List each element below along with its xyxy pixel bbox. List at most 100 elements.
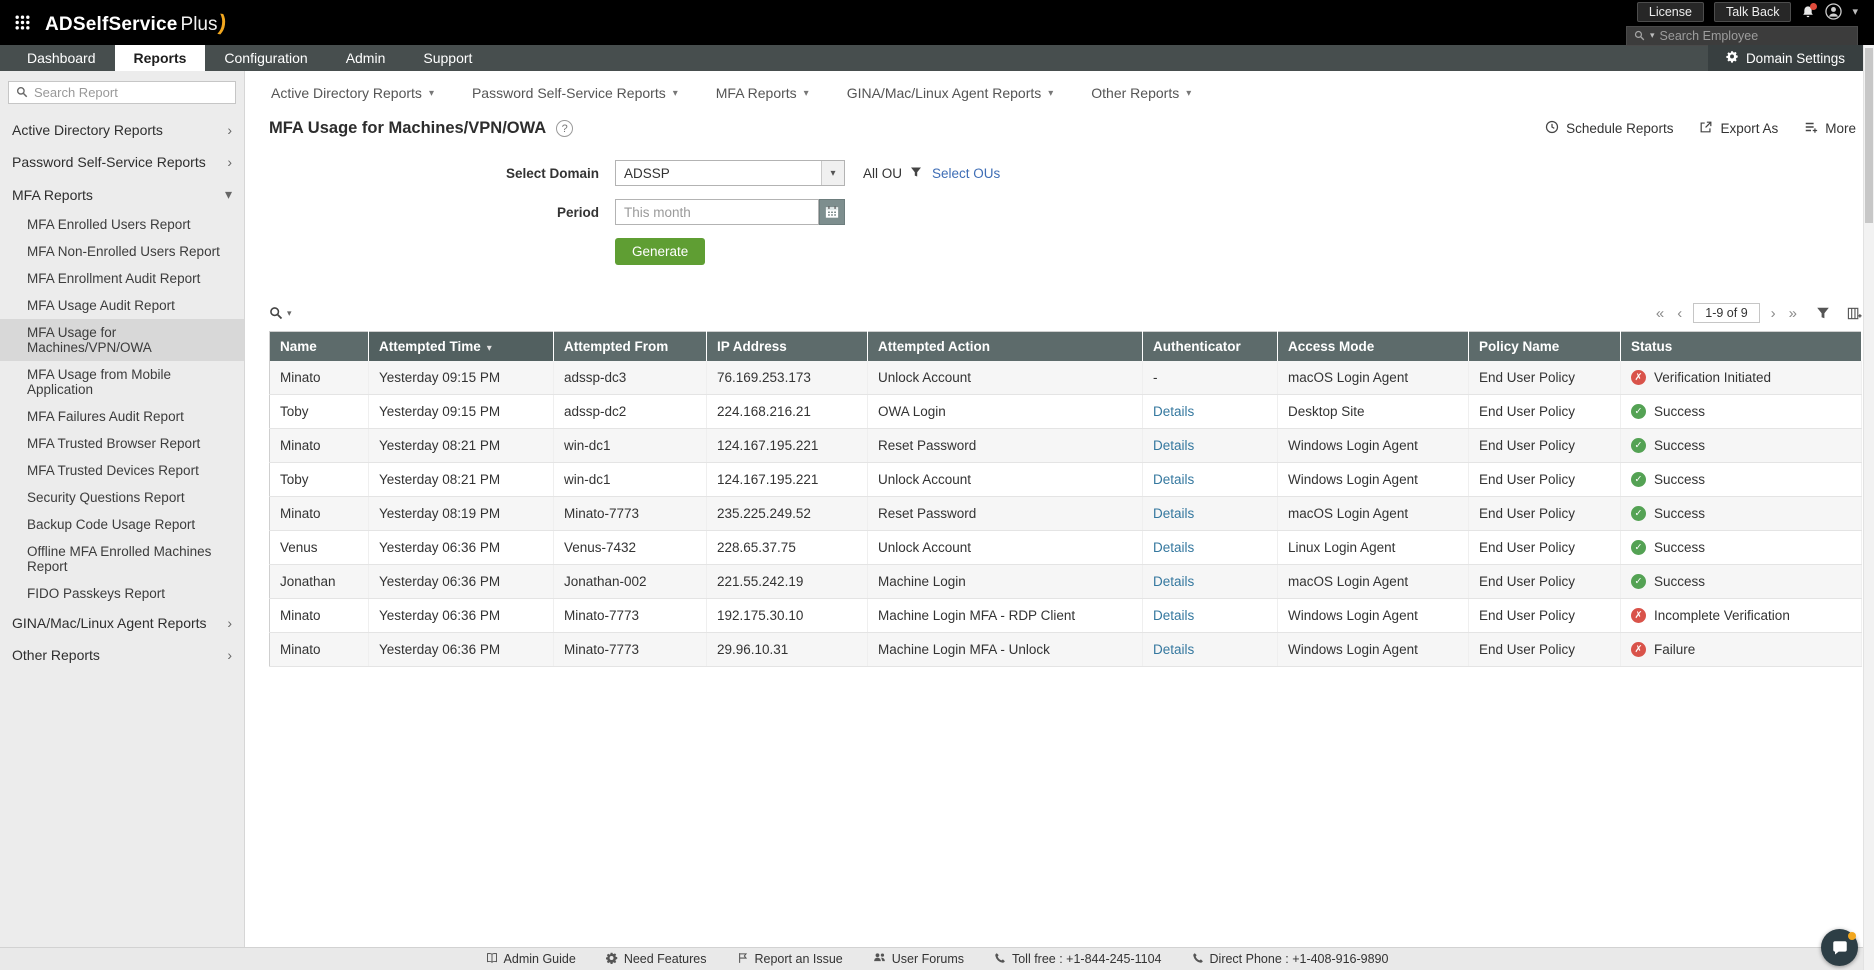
column-header-attempted-time[interactable]: Attempted Time▾ bbox=[369, 332, 554, 362]
pagination-prev-button[interactable]: ‹ bbox=[1675, 305, 1684, 322]
report-nav-active-directory[interactable]: Active Directory Reports▾ bbox=[269, 85, 453, 101]
sidebar-item-mfa-trusted-devices-report[interactable]: MFA Trusted Devices Report bbox=[0, 457, 244, 484]
vertical-scrollbar[interactable] bbox=[1863, 45, 1874, 970]
license-button[interactable]: License bbox=[1637, 2, 1704, 22]
details-link[interactable]: Details bbox=[1153, 540, 1194, 555]
talkback-button[interactable]: Talk Back bbox=[1714, 2, 1792, 22]
employee-search-input[interactable] bbox=[1660, 29, 1850, 43]
help-icon[interactable]: ? bbox=[556, 120, 573, 137]
footer-link-admin-guide[interactable]: Admin Guide bbox=[486, 952, 576, 967]
chevron-down-icon: ▾ bbox=[821, 161, 844, 185]
success-icon: ✓ bbox=[1631, 540, 1646, 555]
tab-support[interactable]: Support bbox=[404, 45, 491, 71]
details-link[interactable]: Details bbox=[1153, 608, 1194, 623]
sidebar-item-offline-mfa-enrolled-machines-report[interactable]: Offline MFA Enrolled Machines Report bbox=[0, 538, 244, 580]
select-ous-link[interactable]: Select OUs bbox=[932, 166, 1000, 181]
sidebar-item-security-questions-report[interactable]: Security Questions Report bbox=[0, 484, 244, 511]
generate-button[interactable]: Generate bbox=[615, 238, 705, 265]
user-menu-chevron-icon[interactable]: ▾ bbox=[1852, 5, 1858, 18]
cell-access-mode: macOS Login Agent bbox=[1278, 361, 1469, 395]
sidebar-item-mfa-usage-for-machines-vpn-owa[interactable]: MFA Usage for Machines/VPN/OWA bbox=[0, 319, 244, 361]
report-nav-gina-agent[interactable]: GINA/Mac/Linux Agent Reports▾ bbox=[828, 85, 1073, 101]
column-header-ip-address[interactable]: IP Address bbox=[707, 332, 868, 362]
search-scope-chevron-icon[interactable]: ▾ bbox=[1650, 30, 1655, 41]
details-link[interactable]: Details bbox=[1153, 642, 1194, 657]
tab-configuration[interactable]: Configuration bbox=[205, 45, 326, 71]
cell-access-mode: Linux Login Agent bbox=[1278, 531, 1469, 565]
sidebar-item-mfa-enrollment-audit-report[interactable]: MFA Enrollment Audit Report bbox=[0, 265, 244, 292]
details-link[interactable]: Details bbox=[1153, 404, 1194, 419]
column-header-access-mode[interactable]: Access Mode bbox=[1278, 332, 1469, 362]
column-header-name[interactable]: Name bbox=[270, 332, 369, 362]
column-chooser-icon[interactable] bbox=[1847, 306, 1862, 321]
schedule-reports-button[interactable]: Schedule Reports bbox=[1545, 120, 1673, 137]
report-nav-mfa[interactable]: MFA Reports▾ bbox=[697, 85, 828, 101]
details-link[interactable]: Details bbox=[1153, 506, 1194, 521]
pagination-last-button[interactable]: » bbox=[1787, 305, 1799, 322]
pagination-first-button[interactable]: « bbox=[1654, 305, 1666, 322]
sidebar-item-other-reports[interactable]: Other Reports› bbox=[0, 639, 244, 671]
sidebar-item-label: MFA Enrollment Audit Report bbox=[27, 271, 200, 286]
tab-dashboard[interactable]: Dashboard bbox=[8, 45, 115, 71]
sidebar-item-mfa-failures-audit-report[interactable]: MFA Failures Audit Report bbox=[0, 403, 244, 430]
more-button[interactable]: More bbox=[1804, 120, 1856, 137]
scrollbar-thumb[interactable] bbox=[1865, 48, 1873, 223]
chat-widget-button[interactable] bbox=[1821, 929, 1858, 966]
report-search-input[interactable] bbox=[34, 85, 228, 100]
column-header-policy-name[interactable]: Policy Name bbox=[1469, 332, 1621, 362]
chevron-right-icon: › bbox=[227, 154, 232, 170]
tab-reports[interactable]: Reports bbox=[115, 45, 206, 71]
report-nav-password-self-service[interactable]: Password Self-Service Reports▾ bbox=[453, 85, 697, 101]
cell-name: Minato bbox=[270, 361, 369, 395]
calendar-button[interactable] bbox=[819, 199, 845, 225]
footer-link-report-issue[interactable]: Report an Issue bbox=[737, 952, 843, 967]
cell-attempted-action: Unlock Account bbox=[868, 531, 1143, 565]
footer-link-user-forums[interactable]: User Forums bbox=[873, 951, 964, 967]
report-form: Select Domain ADSSP ▾ All OU Select OUs … bbox=[269, 160, 1862, 265]
filter-funnel-icon[interactable] bbox=[1816, 306, 1830, 320]
footer-link-need-features[interactable]: Need Features bbox=[606, 952, 707, 967]
details-link[interactable]: Details bbox=[1153, 574, 1194, 589]
report-nav-other[interactable]: Other Reports▾ bbox=[1072, 85, 1210, 101]
cell-name: Toby bbox=[270, 463, 369, 497]
cell-name: Minato bbox=[270, 497, 369, 531]
user-avatar-icon[interactable] bbox=[1825, 3, 1842, 20]
column-header-attempted-action[interactable]: Attempted Action bbox=[868, 332, 1143, 362]
sidebar-item-mfa-non-enrolled-users-report[interactable]: MFA Non-Enrolled Users Report bbox=[0, 238, 244, 265]
content: Active Directory Reports▾ Password Self-… bbox=[245, 71, 1874, 947]
topbar: ADSelfService Plus ) License Talk Back ▾… bbox=[0, 0, 1874, 45]
cell-policy-name: End User Policy bbox=[1469, 599, 1621, 633]
error-icon: ✗ bbox=[1631, 642, 1646, 657]
cell-access-mode: Windows Login Agent bbox=[1278, 633, 1469, 667]
apps-grid-icon[interactable] bbox=[14, 14, 31, 31]
tab-admin[interactable]: Admin bbox=[327, 45, 405, 71]
sidebar-item-password-self-service-reports[interactable]: Password Self-Service Reports› bbox=[0, 146, 244, 178]
cell-policy-name: End User Policy bbox=[1469, 531, 1621, 565]
sidebar-item-active-directory-reports[interactable]: Active Directory Reports› bbox=[0, 114, 244, 146]
sidebar-item-mfa-enrolled-users-report[interactable]: MFA Enrolled Users Report bbox=[0, 211, 244, 238]
details-link[interactable]: Details bbox=[1153, 438, 1194, 453]
sidebar-item-label: MFA Usage from Mobile Application bbox=[27, 367, 234, 397]
domain-select[interactable]: ADSSP ▾ bbox=[615, 160, 845, 186]
sidebar-item-label: MFA Reports bbox=[12, 187, 93, 203]
export-as-button[interactable]: Export As bbox=[1699, 120, 1778, 137]
notifications-bell-icon[interactable] bbox=[1801, 5, 1815, 19]
sidebar-item-backup-code-usage-report[interactable]: Backup Code Usage Report bbox=[0, 511, 244, 538]
sidebar-item-mfa-trusted-browser-report[interactable]: MFA Trusted Browser Report bbox=[0, 430, 244, 457]
sidebar-item-mfa-reports[interactable]: MFA Reports▾ bbox=[0, 178, 244, 211]
column-header-authenticator[interactable]: Authenticator bbox=[1143, 332, 1278, 362]
column-header-status[interactable]: Status bbox=[1621, 332, 1862, 362]
table-search-button[interactable]: ▾ bbox=[269, 306, 292, 320]
column-header-attempted-from[interactable]: Attempted From bbox=[554, 332, 707, 362]
period-input[interactable] bbox=[615, 199, 819, 225]
details-link[interactable]: Details bbox=[1153, 472, 1194, 487]
sidebar-item-fido-passkeys-report[interactable]: FIDO Passkeys Report bbox=[0, 580, 244, 607]
pagination-next-button[interactable]: › bbox=[1769, 305, 1778, 322]
cell-attempted-time: Yesterday 06:36 PM bbox=[369, 599, 554, 633]
sidebar-item-gina-mac-linux-agent-reports[interactable]: GINA/Mac/Linux Agent Reports› bbox=[0, 607, 244, 639]
status-badge: ✗Incomplete Verification bbox=[1631, 608, 1851, 623]
filter-funnel-icon[interactable] bbox=[910, 166, 922, 181]
domain-settings-button[interactable]: Domain Settings bbox=[1708, 45, 1863, 71]
sidebar-item-mfa-usage-from-mobile-application[interactable]: MFA Usage from Mobile Application bbox=[0, 361, 244, 403]
sidebar-item-mfa-usage-audit-report[interactable]: MFA Usage Audit Report bbox=[0, 292, 244, 319]
